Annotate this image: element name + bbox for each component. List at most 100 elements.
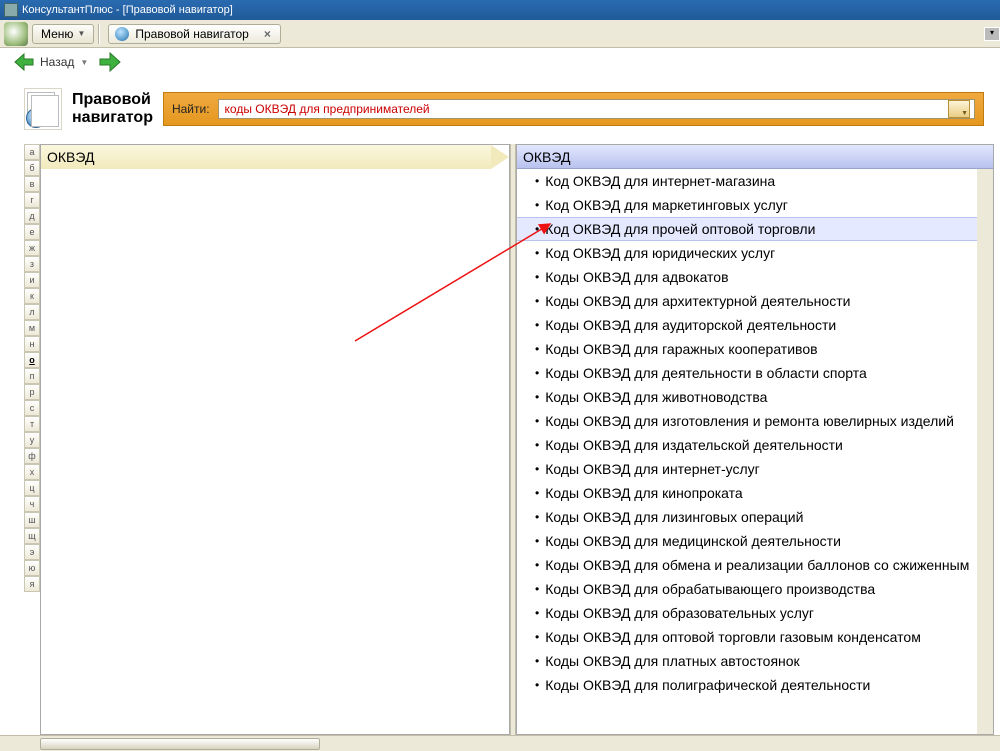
list-item[interactable]: • Коды ОКВЭД для образовательных услуг [517, 601, 977, 625]
search-input[interactable] [223, 101, 948, 117]
list-item[interactable]: •Коды ОКВЭД для полиграфической деятельн… [517, 673, 977, 697]
alpha-д[interactable]: д [24, 208, 40, 224]
list-item[interactable]: •Коды ОКВЭД для лизинговых операций [517, 505, 977, 529]
list-item[interactable]: •Коды ОКВЭД для гаражных кооперативов [517, 337, 977, 361]
tab-navigator[interactable]: Правовой навигатор × [108, 24, 280, 44]
list-item[interactable]: • Код ОКВЭД для маркетинговых услуг [517, 193, 977, 217]
bullet-icon: • [535, 222, 539, 236]
vertical-scrollbar[interactable] [977, 169, 993, 734]
list-item[interactable]: •Коды ОКВЭД для интернет-услуг [517, 457, 977, 481]
search-input-wrap: ▼ [218, 99, 975, 119]
list-item[interactable]: •Коды ОКВЭД для оптовой торговли газовым… [517, 625, 977, 649]
search-dropdown-button[interactable]: ▼ [948, 100, 970, 118]
bullet-icon: • [535, 270, 539, 284]
list-item[interactable]: • Коды ОКВЭД для обмена и реализации балл… [517, 553, 977, 577]
bullet-icon: • [535, 342, 539, 356]
alpha-б[interactable]: б [24, 160, 40, 176]
list-item[interactable]: •Коды ОКВЭД для аудиторской деятельности [517, 313, 977, 337]
content: Правовой навигатор Найти: ▼ абвгдежзиклм… [0, 76, 1000, 735]
back-dropdown-icon[interactable]: ▼ [80, 58, 88, 67]
list-item[interactable]: •Коды ОКВЭД для обрабатывающего производ… [517, 577, 977, 601]
alpha-ц[interactable]: ц [24, 480, 40, 496]
dropdown-button[interactable]: ▾ [984, 27, 1000, 41]
list-item-label: Коды ОКВЭД для животноводства [545, 389, 767, 405]
list-item-label: Коды ОКВЭД для деятельности в области сп… [545, 365, 867, 381]
chevron-down-icon: ▼ [77, 29, 85, 38]
app-icon [4, 22, 28, 46]
alpha-о[interactable]: о [24, 352, 40, 368]
alpha-щ[interactable]: щ [24, 528, 40, 544]
list-item-label: Коды ОКВЭД для обмена и реализации балло… [545, 557, 969, 573]
alpha-л[interactable]: л [24, 304, 40, 320]
horizontal-scrollbar[interactable] [0, 735, 1000, 751]
list-item[interactable]: •Коды ОКВЭД для медицинской деятельности [517, 529, 977, 553]
list-item[interactable]: •Коды ОКВЭД для изготовления и ремонта ю… [517, 409, 977, 433]
alpha-э[interactable]: э [24, 544, 40, 560]
alpha-и[interactable]: и [24, 272, 40, 288]
alpha-с[interactable]: с [24, 400, 40, 416]
left-pane-header[interactable]: ОКВЭД [41, 145, 509, 169]
alpha-к[interactable]: к [24, 288, 40, 304]
list-item-label: Коды ОКВЭД для образовательных услуг [545, 605, 814, 621]
forward-button[interactable] [98, 51, 122, 73]
list-item-label: Коды ОКВЭД для аудиторской деятельности [545, 317, 836, 333]
alphabet-index: абвгдежзиклмнопрстуфхцчшщэюя [24, 144, 40, 735]
bullet-icon: • [535, 630, 539, 644]
scrollbar-thumb[interactable] [40, 738, 320, 750]
list-item[interactable]: •Код ОКВЭД для юридических услуг [517, 241, 977, 265]
alpha-в[interactable]: в [24, 176, 40, 192]
bullet-icon: • [535, 198, 539, 212]
list-item-label: Коды ОКВЭД для интернет-услуг [545, 461, 760, 477]
arrow-right-icon [98, 51, 122, 73]
right-pane: ОКВЭД •Код ОКВЭД для интернет-магазина•К… [516, 144, 994, 735]
left-pane-title: ОКВЭД [47, 149, 94, 165]
list-item[interactable]: •Коды ОКВЭД для платных автостоянок [517, 649, 977, 673]
alpha-ж[interactable]: ж [24, 240, 40, 256]
alpha-я[interactable]: я [24, 576, 40, 592]
alpha-х[interactable]: х [24, 464, 40, 480]
alpha-з[interactable]: з [24, 256, 40, 272]
list-item-label: Коды ОКВЭД для обрабатывающего производс… [545, 581, 875, 597]
list-item[interactable]: •Код ОКВЭД для прочей оптовой торговли [517, 217, 977, 241]
app-window: КонсультантПлюс - [Правовой навигатор] М… [0, 0, 1000, 751]
list-item-label: Коды ОКВЭД для адвокатов [545, 269, 728, 285]
list-item[interactable]: •Коды ОКВЭД для животноводства [517, 385, 977, 409]
alpha-н[interactable]: н [24, 336, 40, 352]
list-item-label: Коды ОКВЭД для изготовления и ремонта юв… [545, 413, 954, 429]
app-icon-small [4, 3, 18, 17]
list-item[interactable]: •Код ОКВЭД для интернет-магазина [517, 169, 977, 193]
separator [98, 24, 100, 44]
alpha-у[interactable]: у [24, 432, 40, 448]
list-item[interactable]: • Коды ОКВЭД для адвокатов [517, 265, 977, 289]
bullet-icon: • [535, 246, 539, 260]
alpha-е[interactable]: е [24, 224, 40, 240]
list-item[interactable]: •Коды ОКВЭД для деятельности в области с… [517, 361, 977, 385]
bullet-icon: • [535, 558, 539, 572]
alpha-р[interactable]: р [24, 384, 40, 400]
navigator-icon [115, 27, 129, 41]
tab-close-button[interactable]: × [261, 27, 274, 41]
alpha-г[interactable]: г [24, 192, 40, 208]
menubar: Меню ▼ Правовой навигатор × ▾ [0, 20, 1000, 48]
panes: абвгдежзиклмнопрстуфхцчшщэюя ОКВЭД ОКВЭД… [24, 144, 994, 735]
list-item-label: Код ОКВЭД для маркетинговых услуг [545, 197, 788, 213]
back-button[interactable] [14, 53, 34, 71]
menu-button[interactable]: Меню ▼ [32, 24, 94, 44]
alpha-ч[interactable]: ч [24, 496, 40, 512]
alpha-м[interactable]: м [24, 320, 40, 336]
alpha-т[interactable]: т [24, 416, 40, 432]
alpha-ю[interactable]: ю [24, 560, 40, 576]
list-item-label: Коды ОКВЭД для архитектурной деятельност… [545, 293, 850, 309]
navigator-large-icon [24, 88, 62, 130]
alpha-а[interactable]: а [24, 144, 40, 160]
list-item[interactable]: •Коды ОКВЭД для кинопроката [517, 481, 977, 505]
list-item[interactable]: •Коды ОКВЭД для издательской деятельност… [517, 433, 977, 457]
page-title: Правовой навигатор [72, 91, 153, 127]
back-label: Назад [40, 55, 74, 69]
bullet-icon: • [535, 606, 539, 620]
alpha-ф[interactable]: ф [24, 448, 40, 464]
bullet-icon: • [535, 174, 539, 188]
alpha-п[interactable]: п [24, 368, 40, 384]
list-item[interactable]: •Коды ОКВЭД для архитектурной деятельнос… [517, 289, 977, 313]
alpha-ш[interactable]: ш [24, 512, 40, 528]
